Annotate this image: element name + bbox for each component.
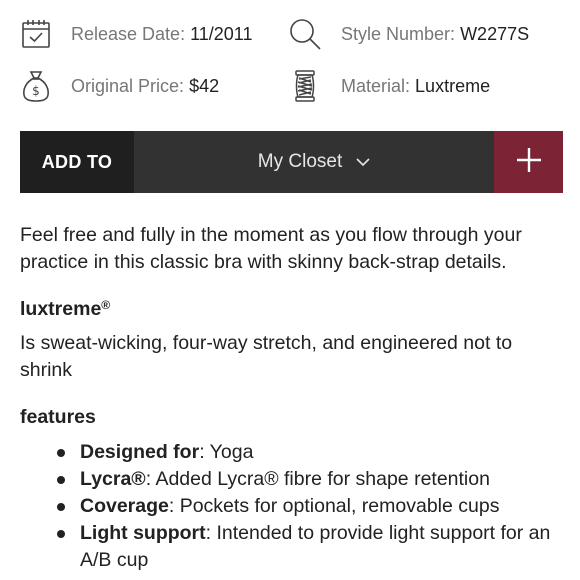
original-price: $ Original Price: $42 — [19, 66, 219, 106]
plus-icon — [516, 147, 542, 178]
release-date-label: Release Date: — [71, 23, 186, 44]
add-button[interactable] — [494, 131, 563, 193]
list-item: Designed for: Yoga — [20, 439, 565, 466]
list-item: Light support: Intended to provide light… — [20, 520, 565, 574]
bullet-icon — [57, 503, 65, 511]
add-to-label: ADD TO — [20, 131, 134, 193]
info-row-1: Release Date: 11/2011 Style Number: W227… — [0, 14, 580, 54]
money-bag-icon: $ — [19, 69, 53, 103]
chevron-down-icon — [356, 157, 370, 167]
original-price-label: Original Price: — [71, 75, 185, 96]
material-value: Luxtreme — [415, 75, 491, 96]
feature-text: : Yoga — [199, 441, 254, 463]
add-to-closet-bar: ADD TO My Closet — [20, 131, 563, 193]
style-number-label: Style Number: — [341, 23, 456, 44]
closet-dropdown[interactable]: My Closet — [134, 131, 494, 193]
product-details: Release Date: 11/2011 Style Number: W227… — [0, 0, 580, 580]
search-icon — [288, 17, 322, 51]
bullet-icon — [57, 476, 65, 484]
material: Material: Luxtreme — [288, 66, 490, 106]
material-label: Material: — [341, 75, 411, 96]
closet-dropdown-value: My Closet — [257, 151, 343, 172]
svg-text:$: $ — [32, 84, 40, 98]
list-item: Lycra®: Added Lycra® fibre for shape ret… — [20, 466, 565, 493]
fabric-description: Is sweat-wicking, four-way stretch, and … — [20, 332, 513, 381]
bullet-icon — [57, 530, 65, 538]
info-row-2: $ Original Price: $42 Material: Luxtreme — [0, 66, 580, 106]
feature-label: Light support — [80, 522, 206, 544]
calendar-icon — [19, 17, 53, 51]
feature-label: Lycra® — [80, 468, 146, 490]
feature-text: : Added Lycra® fibre for shape retention — [145, 468, 490, 490]
original-price-value: $42 — [189, 75, 220, 96]
feature-text: : Pockets for optional, removable cups — [168, 495, 500, 517]
registered-mark: ® — [101, 298, 111, 312]
fabric-spool-icon — [288, 69, 322, 103]
features-heading: features — [20, 406, 96, 428]
features-list: Designed for: Yoga Lycra®: Added Lycra® … — [20, 439, 565, 574]
list-item: Coverage: Pockets for optional, removabl… — [20, 493, 565, 520]
product-description: Feel free and fully in the moment as you… — [20, 224, 522, 273]
feature-label: Designed for — [80, 441, 200, 463]
bullet-icon — [57, 449, 65, 457]
fabric-heading: luxtreme® — [20, 298, 111, 320]
feature-label: Coverage — [80, 495, 169, 517]
style-number-value: W2277S — [460, 23, 530, 44]
release-date-value: 11/2011 — [190, 23, 253, 44]
release-date: Release Date: 11/2011 — [19, 14, 253, 54]
style-number: Style Number: W2277S — [288, 14, 529, 54]
